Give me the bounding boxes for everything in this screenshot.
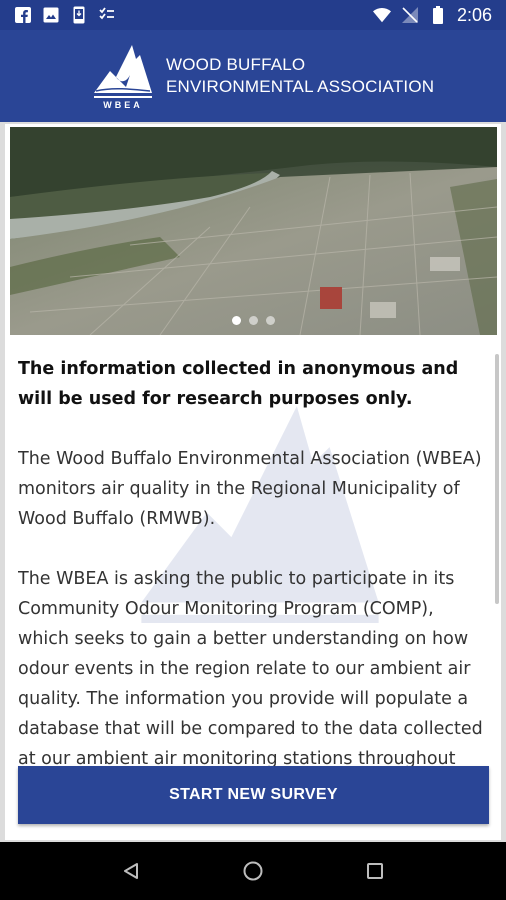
info-text: The information collected in anonymous a… bbox=[18, 338, 488, 768]
svg-text:WBEA: WBEA bbox=[103, 100, 143, 109]
wifi-icon bbox=[372, 6, 391, 24]
facebook-icon bbox=[14, 6, 32, 24]
image-icon bbox=[42, 6, 60, 24]
back-icon bbox=[124, 863, 138, 879]
aerial-city-photo bbox=[10, 127, 497, 335]
recents-button[interactable] bbox=[355, 851, 395, 891]
start-new-survey-button[interactable]: START NEW SURVEY bbox=[18, 766, 489, 824]
no-signal-icon bbox=[401, 6, 419, 24]
privacy-notice: The information collected in anonymous a… bbox=[18, 359, 459, 409]
scrollbar[interactable] bbox=[495, 354, 499, 604]
status-bar: 2:06 bbox=[0, 0, 506, 30]
comp-description: The WBEA is asking the public to partici… bbox=[18, 569, 483, 768]
battery-icon bbox=[429, 6, 447, 24]
info-scroll-area[interactable]: The information collected in anonymous a… bbox=[18, 338, 488, 768]
org-name: WOOD BUFFALO ENVIRONMENTAL ASSOCIATION bbox=[166, 54, 434, 98]
image-carousel[interactable] bbox=[10, 127, 497, 335]
home-icon bbox=[243, 861, 263, 881]
back-button[interactable] bbox=[111, 851, 151, 891]
app-header: WBEA WOOD BUFFALO ENVIRONMENTAL ASSOCIAT… bbox=[0, 30, 506, 122]
system-nav-bar bbox=[0, 842, 506, 900]
content-card: The information collected in anonymous a… bbox=[5, 124, 501, 840]
wbea-logo: WBEA bbox=[94, 45, 152, 109]
wbea-description: The Wood Buffalo Environmental Associati… bbox=[18, 449, 482, 529]
recents-icon bbox=[367, 863, 383, 879]
carousel-dot[interactable] bbox=[266, 316, 275, 325]
carousel-dot[interactable] bbox=[249, 316, 258, 325]
carousel-indicator bbox=[10, 316, 497, 325]
org-name-line1: WOOD BUFFALO bbox=[166, 55, 306, 74]
org-name-line2: ENVIRONMENTAL ASSOCIATION bbox=[166, 77, 435, 96]
phone-icon bbox=[70, 6, 88, 24]
tasks-icon bbox=[98, 6, 116, 24]
status-time: 2:06 bbox=[456, 4, 492, 25]
carousel-dot[interactable] bbox=[232, 316, 241, 325]
home-button[interactable] bbox=[233, 851, 273, 891]
